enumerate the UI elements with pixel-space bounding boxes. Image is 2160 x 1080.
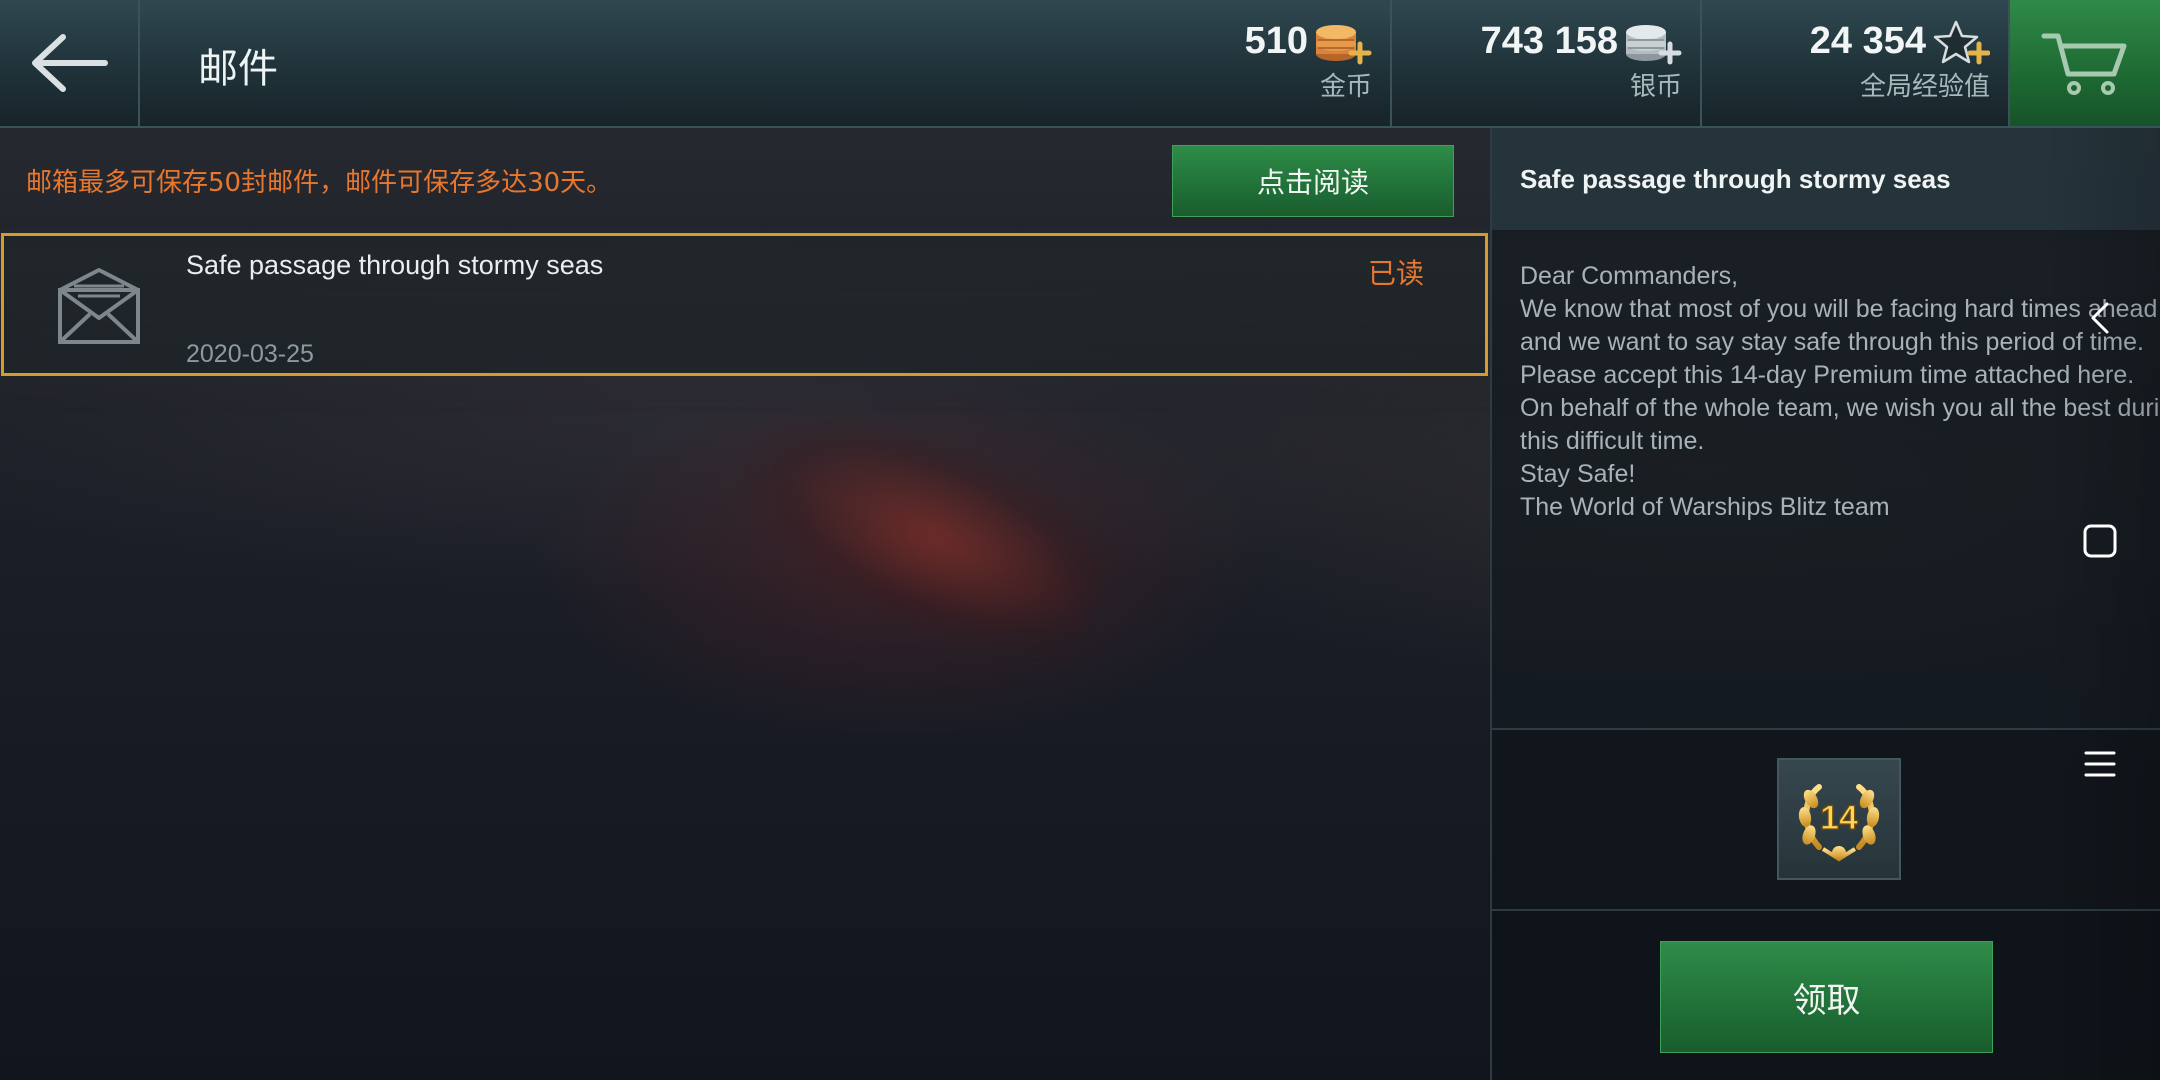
nav-menu-icon	[2084, 751, 2116, 777]
nav-home-button[interactable]	[2070, 511, 2130, 571]
read-all-button[interactable]: 点击阅读	[1172, 145, 1454, 217]
nav-menu-button[interactable]	[2070, 734, 2130, 794]
silver-currency[interactable]: 743 158 银币	[1392, 0, 1702, 126]
premium-reward-tile[interactable]: 14	[1777, 758, 1901, 880]
xp-currency[interactable]: 24 354 全局经验值	[1702, 0, 2010, 126]
silver-coins-plus-icon	[1626, 25, 1682, 65]
reward-days-label: 14	[1820, 799, 1858, 837]
arrow-left-icon	[32, 34, 108, 92]
shop-cart-button[interactable]	[2010, 0, 2160, 126]
silver-label: 银币	[1629, 72, 1682, 102]
shopping-cart-icon	[2041, 33, 2127, 95]
mailbox-notice: 邮箱最多可保存50封邮件，邮件可保存多达30天。	[26, 168, 613, 198]
star-plus-icon	[1933, 20, 1990, 65]
mail-date: 2020-03-25	[186, 340, 314, 368]
gold-label: 金币	[1319, 72, 1372, 102]
system-navigation-bar	[2040, 128, 2160, 1080]
nav-home-icon	[2083, 524, 2117, 558]
gold-coins-plus-icon	[1316, 25, 1372, 65]
detail-title: Safe passage through stormy seas	[1520, 164, 1951, 194]
envelope-open-icon	[40, 266, 158, 348]
claim-button[interactable]: 领取	[1660, 941, 1993, 1053]
nav-back-button[interactable]	[2070, 288, 2130, 348]
laurel-wreath-icon: 14	[1798, 784, 1880, 862]
gold-value: 510	[1244, 20, 1308, 62]
back-button[interactable]	[0, 0, 140, 126]
background-ship	[709, 370, 1131, 690]
mail-subject: Safe passage through stormy seas	[186, 250, 604, 280]
nav-back-icon	[2091, 302, 2109, 334]
mail-read-status: 已读	[1368, 257, 1425, 290]
mail-list-item[interactable]: Safe passage through stormy seas 2020-03…	[1, 233, 1488, 376]
top-bar: 邮件 510 金币 743 158 银币 24 354 全局经验值	[0, 0, 2160, 128]
xp-label: 全局经验值	[1859, 72, 1990, 102]
xp-value: 24 354	[1809, 20, 1926, 62]
page-title: 邮件	[198, 46, 278, 92]
mail-screen: 邮件 510 金币 743 158 银币 24 354 全局经验值 邮箱最多可保…	[0, 0, 2160, 1080]
gold-currency[interactable]: 510 金币	[1160, 0, 1392, 126]
silver-value: 743 158	[1480, 20, 1618, 62]
